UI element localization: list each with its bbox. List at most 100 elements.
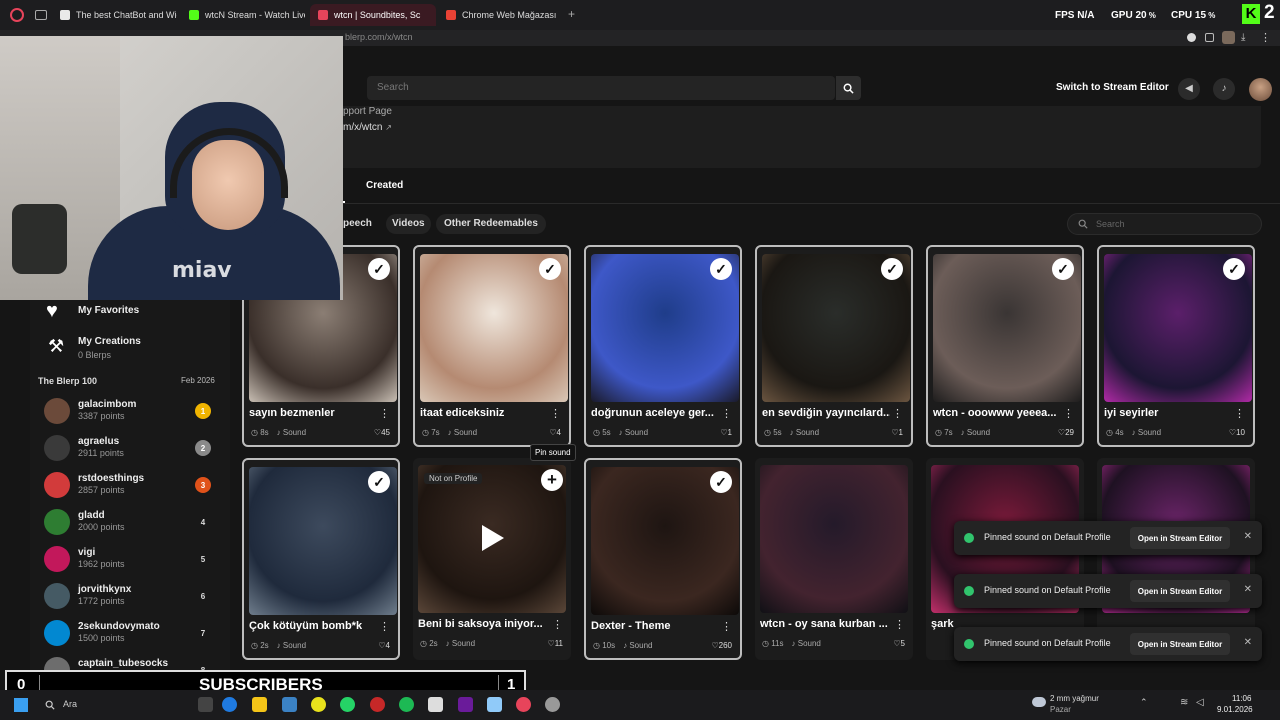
blerp-card[interactable]: Not on Profile Beni bi saksoya iniyor... ⋮… <box>413 458 571 660</box>
taskbar-app-icon[interactable] <box>198 697 213 712</box>
close-icon[interactable]: ✕ <box>1244 637 1252 648</box>
more-options-icon[interactable]: ⋮ <box>892 407 903 420</box>
url-field[interactable]: blerp.com/x/wtcn <box>345 32 413 42</box>
browser-tab[interactable]: Chrome Web Mağazası <box>438 4 564 26</box>
heart-icon[interactable]: ♡4 <box>378 641 390 650</box>
filter-speech[interactable]: peech <box>343 218 372 229</box>
filter-videos[interactable]: Videos <box>386 214 431 234</box>
clock-date[interactable]: 9.01.2026 <box>1217 705 1253 714</box>
heart-icon[interactable]: ♡260 <box>711 641 732 650</box>
user-avatar[interactable] <box>1249 78 1272 101</box>
more-options-icon[interactable]: ⋮ <box>550 407 561 420</box>
volume-button[interactable]: ◀ <box>1178 78 1200 100</box>
blerp-card[interactable]: ✓ iyi seyirler ⋮ ◷ 4s ♪ Sound ♡10 <box>1097 245 1255 447</box>
heart-icon[interactable]: ♡1 <box>720 428 732 437</box>
volume-icon[interactable]: ◁ <box>1196 697 1204 708</box>
open-in-stream-editor-button[interactable]: Open in Stream Editor <box>1130 580 1230 602</box>
my-creations-item[interactable]: ⚒ My Creations 0 Blerps <box>46 334 216 362</box>
blerp-card[interactable]: ✓ Dexter - Theme ⋮ ◷ 10s ♪ Sound ♡260 <box>584 458 742 660</box>
profile-link[interactable]: m/x/wtcn ↗ <box>343 122 392 133</box>
blerp-card[interactable]: ✓ en sevdiğin yayıncılard... ⋮ ◷ 5s ♪ Sound ♡… <box>755 245 913 447</box>
heart-icon[interactable]: ♡10 <box>1229 428 1245 437</box>
taskbar-app-icon[interactable] <box>222 697 237 712</box>
browser-tab-active[interactable]: wtcn | Soundbites, Sc <box>310 4 436 26</box>
close-icon[interactable]: ✕ <box>1244 584 1252 595</box>
profile-avatar-icon[interactable] <box>1222 31 1235 44</box>
heart-icon[interactable]: ♡45 <box>374 428 390 437</box>
blerp-card[interactable]: ✓ Çok kötüyüm bomb*k ⋮ ◷ 2s ♪ Sound ♡4 <box>242 458 400 660</box>
leaderboard-row[interactable]: gladd 2000 points 4 <box>44 507 220 537</box>
open-in-stream-editor-button[interactable]: Open in Stream Editor <box>1130 527 1230 549</box>
taskbar-app-icon[interactable] <box>516 697 531 712</box>
blerp-card[interactable]: ✓ wtcn - ooowww yeeea... ⋮ ◷ 7s ♪ Sound ♡29 <box>926 245 1084 447</box>
my-favorites-item[interactable]: ♥ My Favorites <box>46 300 216 322</box>
leaderboard-row[interactable]: rstdoesthings 2857 points 3 <box>44 470 220 500</box>
taskbar-app-icon[interactable] <box>282 697 297 712</box>
taskbar-app-icon[interactable] <box>340 697 355 712</box>
blerp-thumbnail[interactable] <box>760 465 908 613</box>
taskbar-app-icon[interactable] <box>458 697 473 712</box>
heart-icon[interactable]: ♡29 <box>1058 428 1074 437</box>
check-icon[interactable]: ✓ <box>368 471 390 493</box>
wifi-icon[interactable]: ≋ <box>1180 697 1188 708</box>
more-options-icon[interactable]: ⋮ <box>894 618 905 631</box>
clock-time[interactable]: 11:06 <box>1232 694 1251 703</box>
taskbar-app-icon[interactable] <box>487 697 502 712</box>
heart-icon[interactable]: ♡1 <box>891 428 903 437</box>
heart-icon[interactable]: ♡4 <box>549 428 561 437</box>
tray-chevron-icon[interactable]: ⌃ <box>1140 697 1148 708</box>
taskbar-app-icon[interactable] <box>252 697 267 712</box>
taskbar-app-icon[interactable] <box>428 697 443 712</box>
leaderboard-row[interactable]: jorvithkynx 1772 points 6 <box>44 581 220 611</box>
switch-to-stream-editor-button[interactable]: Switch to Stream Editor <box>1056 82 1169 93</box>
more-options-icon[interactable]: ⋮ <box>1063 407 1074 420</box>
leaderboard-row[interactable]: galacimbom 3387 points 1 <box>44 396 220 426</box>
filter-other-redeemables[interactable]: Other Redeemables <box>436 214 546 234</box>
search-button[interactable] <box>836 76 861 100</box>
check-icon[interactable]: ✓ <box>1052 258 1074 280</box>
check-icon[interactable]: ✓ <box>710 471 732 493</box>
more-options-icon[interactable]: ⋮ <box>721 407 732 420</box>
search-input[interactable]: Search <box>367 76 835 100</box>
heart-icon[interactable]: ♡11 <box>548 639 563 648</box>
taskbar-app-icon[interactable] <box>370 697 385 712</box>
leaderboard-row[interactable]: 2sekundovymato 1500 points 7 <box>44 618 220 648</box>
more-options-icon[interactable]: ⋮ <box>379 407 390 420</box>
leaderboard-row[interactable]: agraelus 2911 points 2 <box>44 433 220 463</box>
blerp-duration: 11s <box>771 639 784 648</box>
browser-menu-icon[interactable]: ⋮ <box>1260 31 1271 44</box>
check-icon[interactable]: ✓ <box>539 258 561 280</box>
workspaces-icon[interactable] <box>35 10 47 20</box>
download-icon[interactable]: ⤓ <box>1241 32 1245 43</box>
more-options-icon[interactable]: ⋮ <box>379 620 390 633</box>
tab-created[interactable]: Created <box>366 180 403 191</box>
more-options-icon[interactable]: ⋮ <box>552 618 563 631</box>
play-icon[interactable] <box>482 525 504 551</box>
close-icon[interactable]: ✕ <box>1244 531 1252 542</box>
browser-tab[interactable]: wtcN Stream - Watch Live <box>181 4 305 26</box>
browser-tab[interactable]: The best ChatBot and Wid <box>52 4 177 26</box>
open-in-stream-editor-button[interactable]: Open in Stream Editor <box>1130 633 1230 655</box>
check-icon[interactable]: ✓ <box>1223 258 1245 280</box>
taskbar-search[interactable]: Ara <box>40 696 150 714</box>
check-icon[interactable]: ✓ <box>710 258 732 280</box>
taskbar-app-icon[interactable] <box>311 697 326 712</box>
check-icon[interactable]: ✓ <box>881 258 903 280</box>
heart-icon[interactable]: ♡5 <box>893 639 905 648</box>
opera-logo-icon[interactable] <box>10 8 24 22</box>
extension-icon[interactable] <box>1205 33 1214 42</box>
taskbar-app-icon[interactable] <box>545 697 560 712</box>
more-options-icon[interactable]: ⋮ <box>1234 407 1245 420</box>
blerp-search-input[interactable]: Search <box>1067 213 1262 235</box>
more-options-icon[interactable]: ⋮ <box>721 620 732 633</box>
blerp-card[interactable]: ✓ doğrunun aceleye ger... ⋮ ◷ 5s ♪ Sound ♡1 <box>584 245 742 447</box>
check-icon[interactable]: ✓ <box>368 258 390 280</box>
blerp-card[interactable]: wtcn - oy sana kurban ... ⋮ ◷ 11s ♪ Sound ♡5 <box>755 458 913 660</box>
blerp-card[interactable]: ✓ itaat ediceksiniz ⋮ ◷ 7s ♪ Sound ♡4 <box>413 245 571 447</box>
notifications-button[interactable]: ♪ <box>1213 78 1235 100</box>
taskbar-app-icon[interactable] <box>399 697 414 712</box>
new-tab-button[interactable]: + <box>568 7 575 21</box>
windows-start-icon[interactable] <box>14 698 28 712</box>
pin-sound-button[interactable]: + <box>541 469 563 491</box>
leaderboard-row[interactable]: vigi 1962 points 5 <box>44 544 220 574</box>
